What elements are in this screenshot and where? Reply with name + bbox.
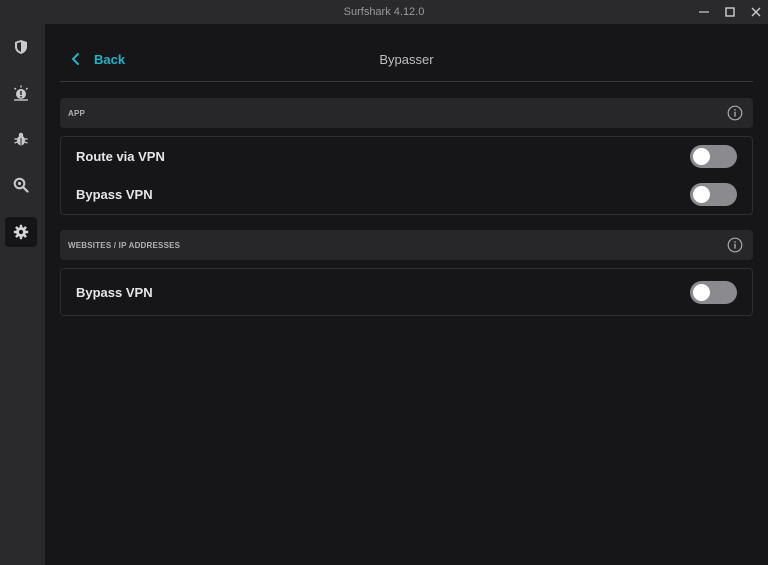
setting-label: Bypass VPN <box>76 187 153 202</box>
alert-icon <box>14 85 28 101</box>
section-label: WEBSITES / IP ADDRESSES <box>68 241 181 250</box>
app-window: Surfshark 4.12.0 Back Bypasser APP Route… <box>0 0 768 565</box>
sidebar-item-search[interactable] <box>5 170 37 200</box>
sidebar-item-antivirus[interactable] <box>5 124 37 154</box>
maximize-button[interactable] <box>716 0 744 24</box>
search-lock-icon <box>13 177 29 193</box>
settings-card-app: Route via VPN Bypass VPN <box>60 136 753 215</box>
toggle-knob <box>693 284 710 301</box>
sidebar <box>0 24 45 565</box>
minimize-button[interactable] <box>690 0 718 24</box>
page-title: Bypasser <box>379 52 434 67</box>
bypass-vpn-websites-toggle[interactable] <box>690 281 737 304</box>
section-header-websites: WEBSITES / IP ADDRESSES <box>60 230 753 260</box>
route-via-vpn-toggle[interactable] <box>690 145 737 168</box>
setting-row-route-via-vpn: Route via VPN <box>61 138 752 176</box>
close-button[interactable] <box>742 0 768 24</box>
section-header-app: APP <box>60 98 753 128</box>
window-title: Surfshark 4.12.0 <box>343 6 425 18</box>
toggle-knob <box>693 186 710 203</box>
section-label: APP <box>68 109 86 118</box>
setting-row-bypass-vpn-app: Bypass VPN <box>61 176 752 214</box>
setting-row-bypass-vpn-websites: Bypass VPN <box>61 274 752 312</box>
setting-label: Bypass VPN <box>76 285 153 300</box>
page-header: Back Bypasser <box>60 24 753 82</box>
close-icon <box>751 7 761 17</box>
setting-label: Route via VPN <box>76 149 165 164</box>
minimize-icon <box>699 11 709 13</box>
bypass-vpn-app-toggle[interactable] <box>690 183 737 206</box>
sidebar-item-vpn[interactable] <box>5 32 37 62</box>
info-icon[interactable] <box>727 105 743 121</box>
bug-icon <box>14 132 28 146</box>
shield-icon <box>15 40 27 54</box>
gear-icon <box>13 224 29 240</box>
sidebar-item-alert[interactable] <box>5 78 37 108</box>
info-icon[interactable] <box>727 237 743 253</box>
main-content: Back Bypasser APP Route via VPN Bypass V… <box>45 24 768 565</box>
maximize-icon <box>725 7 735 17</box>
settings-card-websites: Bypass VPN <box>60 268 753 316</box>
sidebar-item-settings[interactable] <box>5 217 37 247</box>
toggle-knob <box>693 148 710 165</box>
title-bar: Surfshark 4.12.0 <box>0 0 768 24</box>
